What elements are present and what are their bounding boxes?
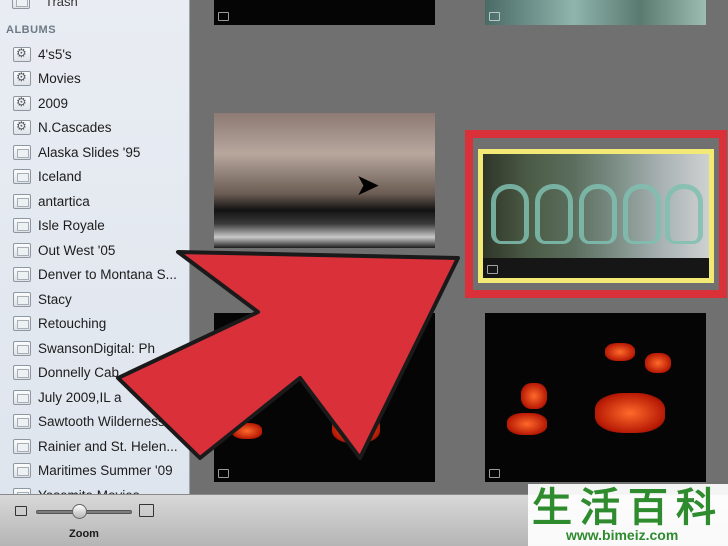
photo-thumbnail[interactable] [485, 0, 706, 25]
smart-album-icon [13, 119, 31, 136]
video-badge-icon [489, 469, 500, 478]
pumpkin-mouth-glow [595, 393, 665, 433]
album-icon [13, 242, 31, 258]
photo-thumbnail[interactable] [214, 113, 435, 248]
sidebar: Trash ALBUMS 4's5's Movies 2009 N.Cascades A… [0, 0, 190, 494]
sidebar-album-item[interactable]: Alaska Slides '95 [0, 140, 189, 165]
album-label: Iceland [38, 169, 82, 185]
album-label: July 2009,IL a [38, 389, 122, 405]
pumpkin-eye-glow [645, 353, 671, 373]
sidebar-album-item[interactable]: Isle Royale [0, 214, 189, 239]
photo-thumbnail[interactable] [214, 0, 435, 25]
pumpkin-eye-glow [242, 391, 258, 411]
album-label: Movies [38, 71, 81, 87]
pumpkin-eye-glow [521, 383, 547, 409]
smart-album-icon [13, 70, 31, 87]
highlight-frame [465, 130, 727, 298]
album-label: Sawtooth Wilderness... [38, 414, 177, 430]
album-icon [13, 193, 31, 209]
photo-thumbnail[interactable] [214, 313, 435, 482]
album-label: Donnelly Cab [38, 365, 120, 381]
sidebar-album-item[interactable]: Stacy [0, 287, 189, 312]
sidebar-album-item[interactable]: Rainier and St. Helen... [0, 434, 189, 459]
zoom-in-icon[interactable] [139, 504, 154, 517]
photo-thumbnail[interactable] [485, 313, 706, 482]
pumpkin-mouth-glow [232, 423, 262, 439]
zoom-out-icon[interactable] [15, 506, 27, 516]
sidebar-album-item[interactable]: July 2009,IL a [0, 385, 189, 410]
album-label: Stacy [38, 291, 72, 307]
zoom-label: Zoom [69, 528, 99, 540]
album-label: Maritimes Summer '09 [38, 463, 173, 479]
sidebar-album-item[interactable]: Iceland [0, 165, 189, 190]
album-label: 4's5's [38, 46, 72, 62]
watermark: 生活百科 www.bimeiz.com [528, 484, 728, 546]
album-icon [13, 291, 31, 307]
album-icon [13, 144, 31, 160]
pumpkin-eye-glow [605, 343, 635, 361]
smart-album-icon [13, 95, 31, 111]
sidebar-album-item[interactable]: Donnelly Cab [0, 361, 189, 386]
album-label: N.Cascades [38, 120, 112, 136]
zoom-slider-knob[interactable] [72, 504, 88, 519]
album-icon [13, 463, 31, 479]
sidebar-album-item[interactable]: 2009 [0, 91, 189, 116]
sidebar-album-item[interactable]: Retouching [0, 312, 189, 337]
sidebar-album-item[interactable]: Denver to Montana S... [0, 263, 189, 288]
album-label: Out West '05 [38, 242, 116, 258]
album-icon [13, 389, 31, 405]
album-label: Retouching [38, 316, 107, 332]
album-icon [13, 169, 31, 185]
pumpkin-mouth-glow [332, 413, 380, 443]
sidebar-item-label: Trash [45, 0, 78, 9]
pumpkin-eye-glow [352, 351, 374, 373]
sidebar-album-item[interactable]: N.Cascades [0, 116, 189, 141]
album-icon [13, 414, 31, 430]
album-label: Isle Royale [38, 218, 105, 234]
album-icon [13, 218, 31, 234]
mouse-pointer-icon: ➤ [355, 168, 381, 203]
album-icon [13, 267, 31, 283]
album-label: Alaska Slides '95 [38, 144, 141, 160]
album-label: Rainier and St. Helen... [38, 438, 178, 454]
video-badge-icon [489, 12, 500, 21]
watermark-url: www.bimeiz.com [566, 527, 679, 543]
album-icon [13, 438, 31, 454]
album-icon [13, 365, 31, 381]
sidebar-album-item[interactable]: Maritimes Summer '09 [0, 459, 189, 484]
video-badge-icon [218, 469, 229, 478]
sidebar-album-item[interactable]: antartica [0, 189, 189, 214]
sidebar-album-item[interactable]: Movies [0, 67, 189, 92]
sidebar-album-item[interactable]: Sawtooth Wilderness... [0, 410, 189, 435]
albums-section-header: ALBUMS [6, 24, 57, 36]
video-badge-icon [218, 12, 229, 21]
smart-album-icon [13, 46, 31, 62]
album-icon [13, 340, 31, 356]
album-list: 4's5's Movies 2009 N.Cascades Alaska Slides … [0, 42, 189, 494]
album-label: antartica [38, 193, 90, 209]
sidebar-album-item[interactable]: Out West '05 [0, 238, 189, 263]
album-label: 2009 [38, 95, 69, 111]
watermark-logo-text: 生活百科 [532, 485, 724, 531]
sidebar-item-trash[interactable]: Trash [12, 0, 78, 10]
pumpkin-mouth-glow [507, 413, 547, 435]
sidebar-album-item[interactable]: Yosemite Movies [0, 483, 189, 494]
album-icon [13, 316, 31, 332]
album-label: Denver to Montana S... [38, 267, 177, 283]
sidebar-album-item[interactable]: SwansonDigital: Ph [0, 336, 189, 361]
sidebar-album-item[interactable]: 4's5's [0, 42, 189, 67]
trash-icon [12, 0, 30, 9]
album-label: SwansonDigital: Ph [38, 340, 156, 356]
